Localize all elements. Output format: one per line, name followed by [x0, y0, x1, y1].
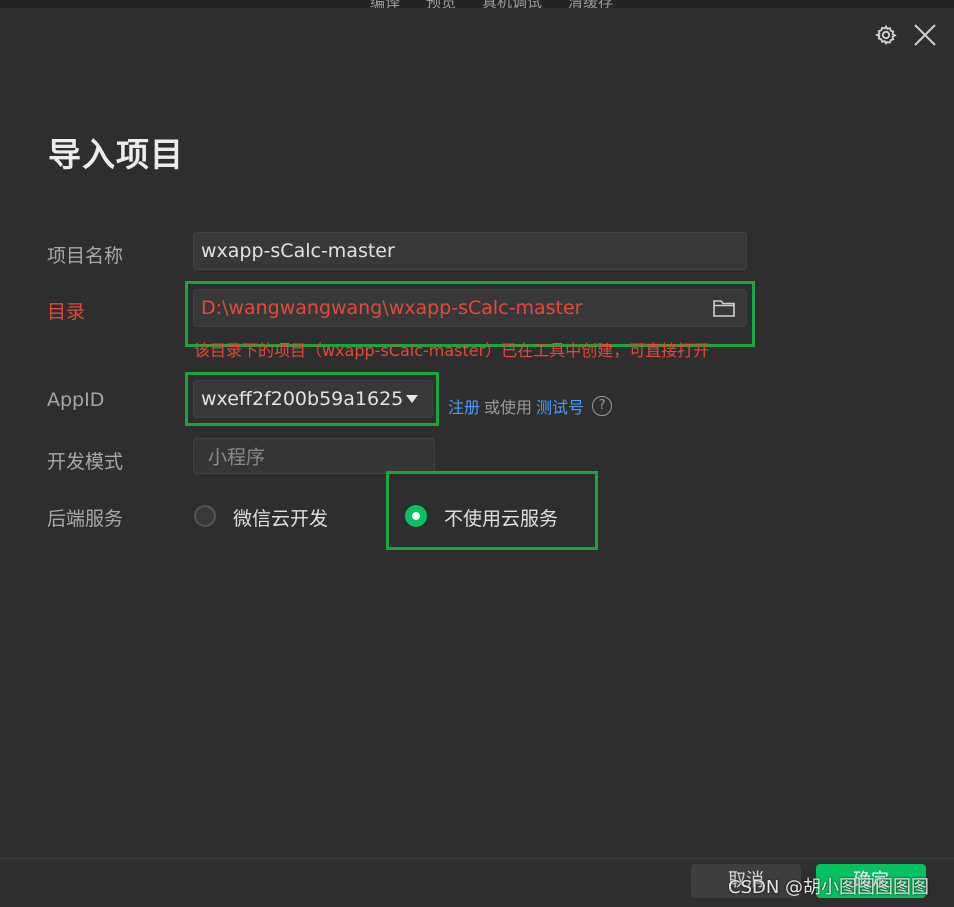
folder-icon[interactable]: [712, 297, 736, 319]
directory-hint: 该目录下的项目（wxapp-sCalc-master）已在工具中创建，可直接打开: [194, 341, 710, 360]
appid-links: 注册 或使用 测试号 ?: [448, 394, 613, 418]
footer-divider: [0, 858, 954, 859]
project-name-input[interactable]: wxapp-sCalc-master: [193, 232, 747, 270]
dev-mode-value: 小程序: [208, 446, 266, 469]
appid-label: AppID: [47, 389, 105, 411]
ok-button[interactable]: 确定: [816, 864, 926, 898]
import-project-dialog: 导入项目 项目名称 wxapp-sCalc-master 目录 D:\wangw…: [0, 8, 954, 907]
directory-value: D:\wangwangwang\wxapp-sCalc-master: [201, 297, 583, 319]
chevron-down-icon: [406, 395, 418, 403]
directory-input[interactable]: D:\wangwangwang\wxapp-sCalc-master: [193, 289, 747, 327]
dialog-title: 导入项目: [48, 135, 184, 174]
cancel-button[interactable]: 取消: [691, 864, 801, 898]
appid-value: wxeff2f200b59a1625: [201, 388, 404, 410]
project-name-label: 项目名称: [47, 245, 124, 267]
radio-no-cloud[interactable]: [405, 505, 427, 527]
radio-wechat-cloud[interactable]: [194, 505, 216, 527]
radio-wechat-cloud-label[interactable]: 微信云开发: [233, 504, 328, 531]
register-link[interactable]: 注册: [448, 394, 480, 418]
or-use-text: 或使用: [484, 398, 533, 417]
backend-label: 后端服务: [47, 508, 124, 530]
test-account-link[interactable]: 测试号: [536, 394, 584, 418]
dev-mode-field: 小程序: [193, 438, 435, 474]
radio-no-cloud-label[interactable]: 不使用云服务: [444, 504, 558, 531]
close-icon[interactable]: [912, 22, 938, 48]
project-name-value: wxapp-sCalc-master: [201, 240, 395, 262]
appid-select[interactable]: wxeff2f200b59a1625: [193, 380, 433, 418]
directory-label: 目录: [47, 301, 86, 323]
help-icon[interactable]: ?: [592, 396, 613, 416]
dev-mode-label: 开发模式: [47, 451, 124, 473]
gear-icon[interactable]: [874, 23, 898, 47]
